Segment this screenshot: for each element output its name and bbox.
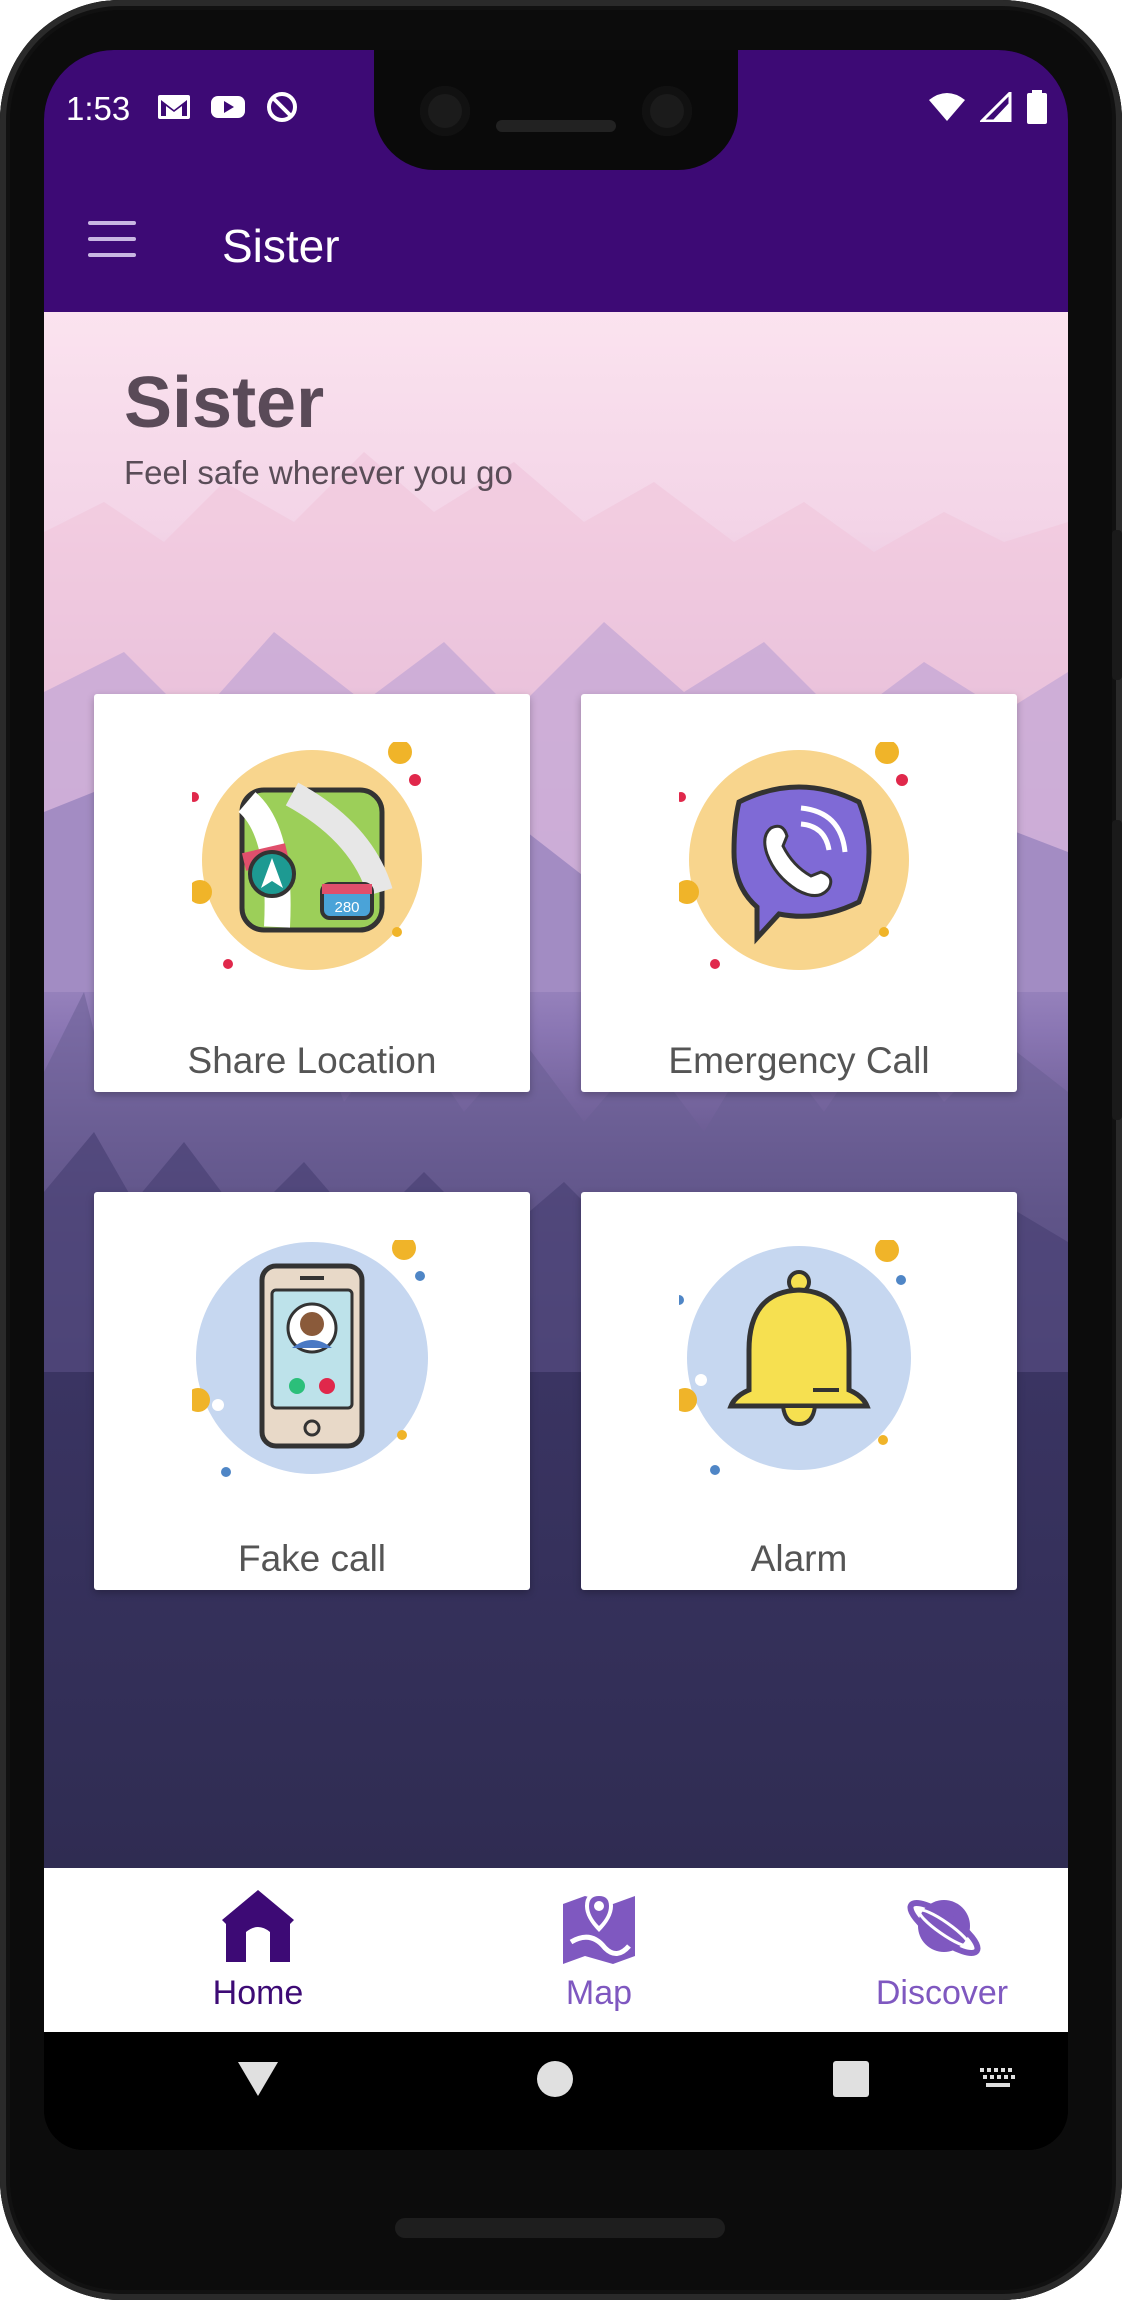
system-status-icons: [928, 90, 1048, 124]
wifi-icon: [929, 93, 965, 121]
system-navigation-bar: [44, 2032, 1068, 2150]
home-content: Sister Feel safe wherever you go 280 Sha…: [44, 312, 1068, 1868]
phone-frame: 1:53 Sister Sister Feel safe wherever yo…: [0, 0, 1122, 2300]
card-label: Emergency Call: [668, 1040, 930, 1081]
smartphone-caller-icon: [192, 1240, 428, 1477]
recents-icon[interactable]: [832, 2060, 870, 2098]
map-pin-icon: [563, 1892, 635, 1964]
hamburger-menu-icon[interactable]: [88, 221, 138, 261]
nav-item-home[interactable]: Home: [138, 1868, 378, 2032]
emergency-call-card[interactable]: Emergency Call: [581, 694, 1017, 1092]
planet-icon: [907, 1900, 981, 1956]
app-title: Sister: [222, 220, 340, 272]
card-label: Share Location: [187, 1040, 437, 1081]
bottom-speaker-grille: [395, 2218, 725, 2238]
home-button-icon[interactable]: [536, 2060, 574, 2098]
status-bar: 1:53: [44, 50, 1068, 175]
power-button: [1112, 530, 1122, 680]
earpiece: [496, 120, 616, 132]
volume-rocker: [1112, 820, 1122, 1120]
front-camera-secondary: [642, 86, 692, 136]
signal-icon: [980, 92, 1012, 122]
nav-label-discover: Discover: [875, 1974, 1009, 2012]
fake-call-card[interactable]: Fake call: [94, 1192, 530, 1590]
camera-notch: [374, 50, 738, 170]
svg-text:280: 280: [334, 899, 359, 916]
bell-icon: [679, 1240, 911, 1475]
nav-label-map: Map: [565, 1974, 633, 2012]
alarm-card[interactable]: Alarm: [581, 1192, 1017, 1590]
battery-icon: [1027, 90, 1047, 124]
youtube-icon: [210, 92, 246, 122]
hero-subtitle: Feel safe wherever you go: [124, 454, 513, 491]
nav-item-map[interactable]: Map: [479, 1868, 719, 2032]
nav-item-discover[interactable]: Discover: [822, 1868, 1062, 2032]
notification-icons: [156, 92, 300, 122]
app-bar: Sister: [44, 175, 1068, 312]
home-icon: [222, 1890, 294, 1962]
share-location-card[interactable]: 280 Share Location: [94, 694, 530, 1092]
back-icon[interactable]: [236, 2060, 280, 2098]
screen: 1:53 Sister Sister Feel safe wherever yo…: [44, 50, 1068, 2150]
nav-label-home: Home: [212, 1974, 304, 2012]
map-location-icon: 280: [192, 742, 422, 970]
at-sign-icon: [264, 92, 300, 122]
keyboard-icon[interactable]: [978, 2066, 1018, 2092]
card-label: Alarm: [750, 1538, 848, 1579]
phone-chat-icon: [679, 742, 909, 970]
hero-title: Sister: [124, 363, 325, 443]
front-camera: [420, 86, 470, 136]
gmail-icon: [156, 92, 192, 122]
bottom-navigation: Home Map Discover: [44, 1868, 1068, 2032]
card-label: Fake call: [237, 1538, 387, 1579]
status-time: 1:53: [66, 90, 131, 127]
